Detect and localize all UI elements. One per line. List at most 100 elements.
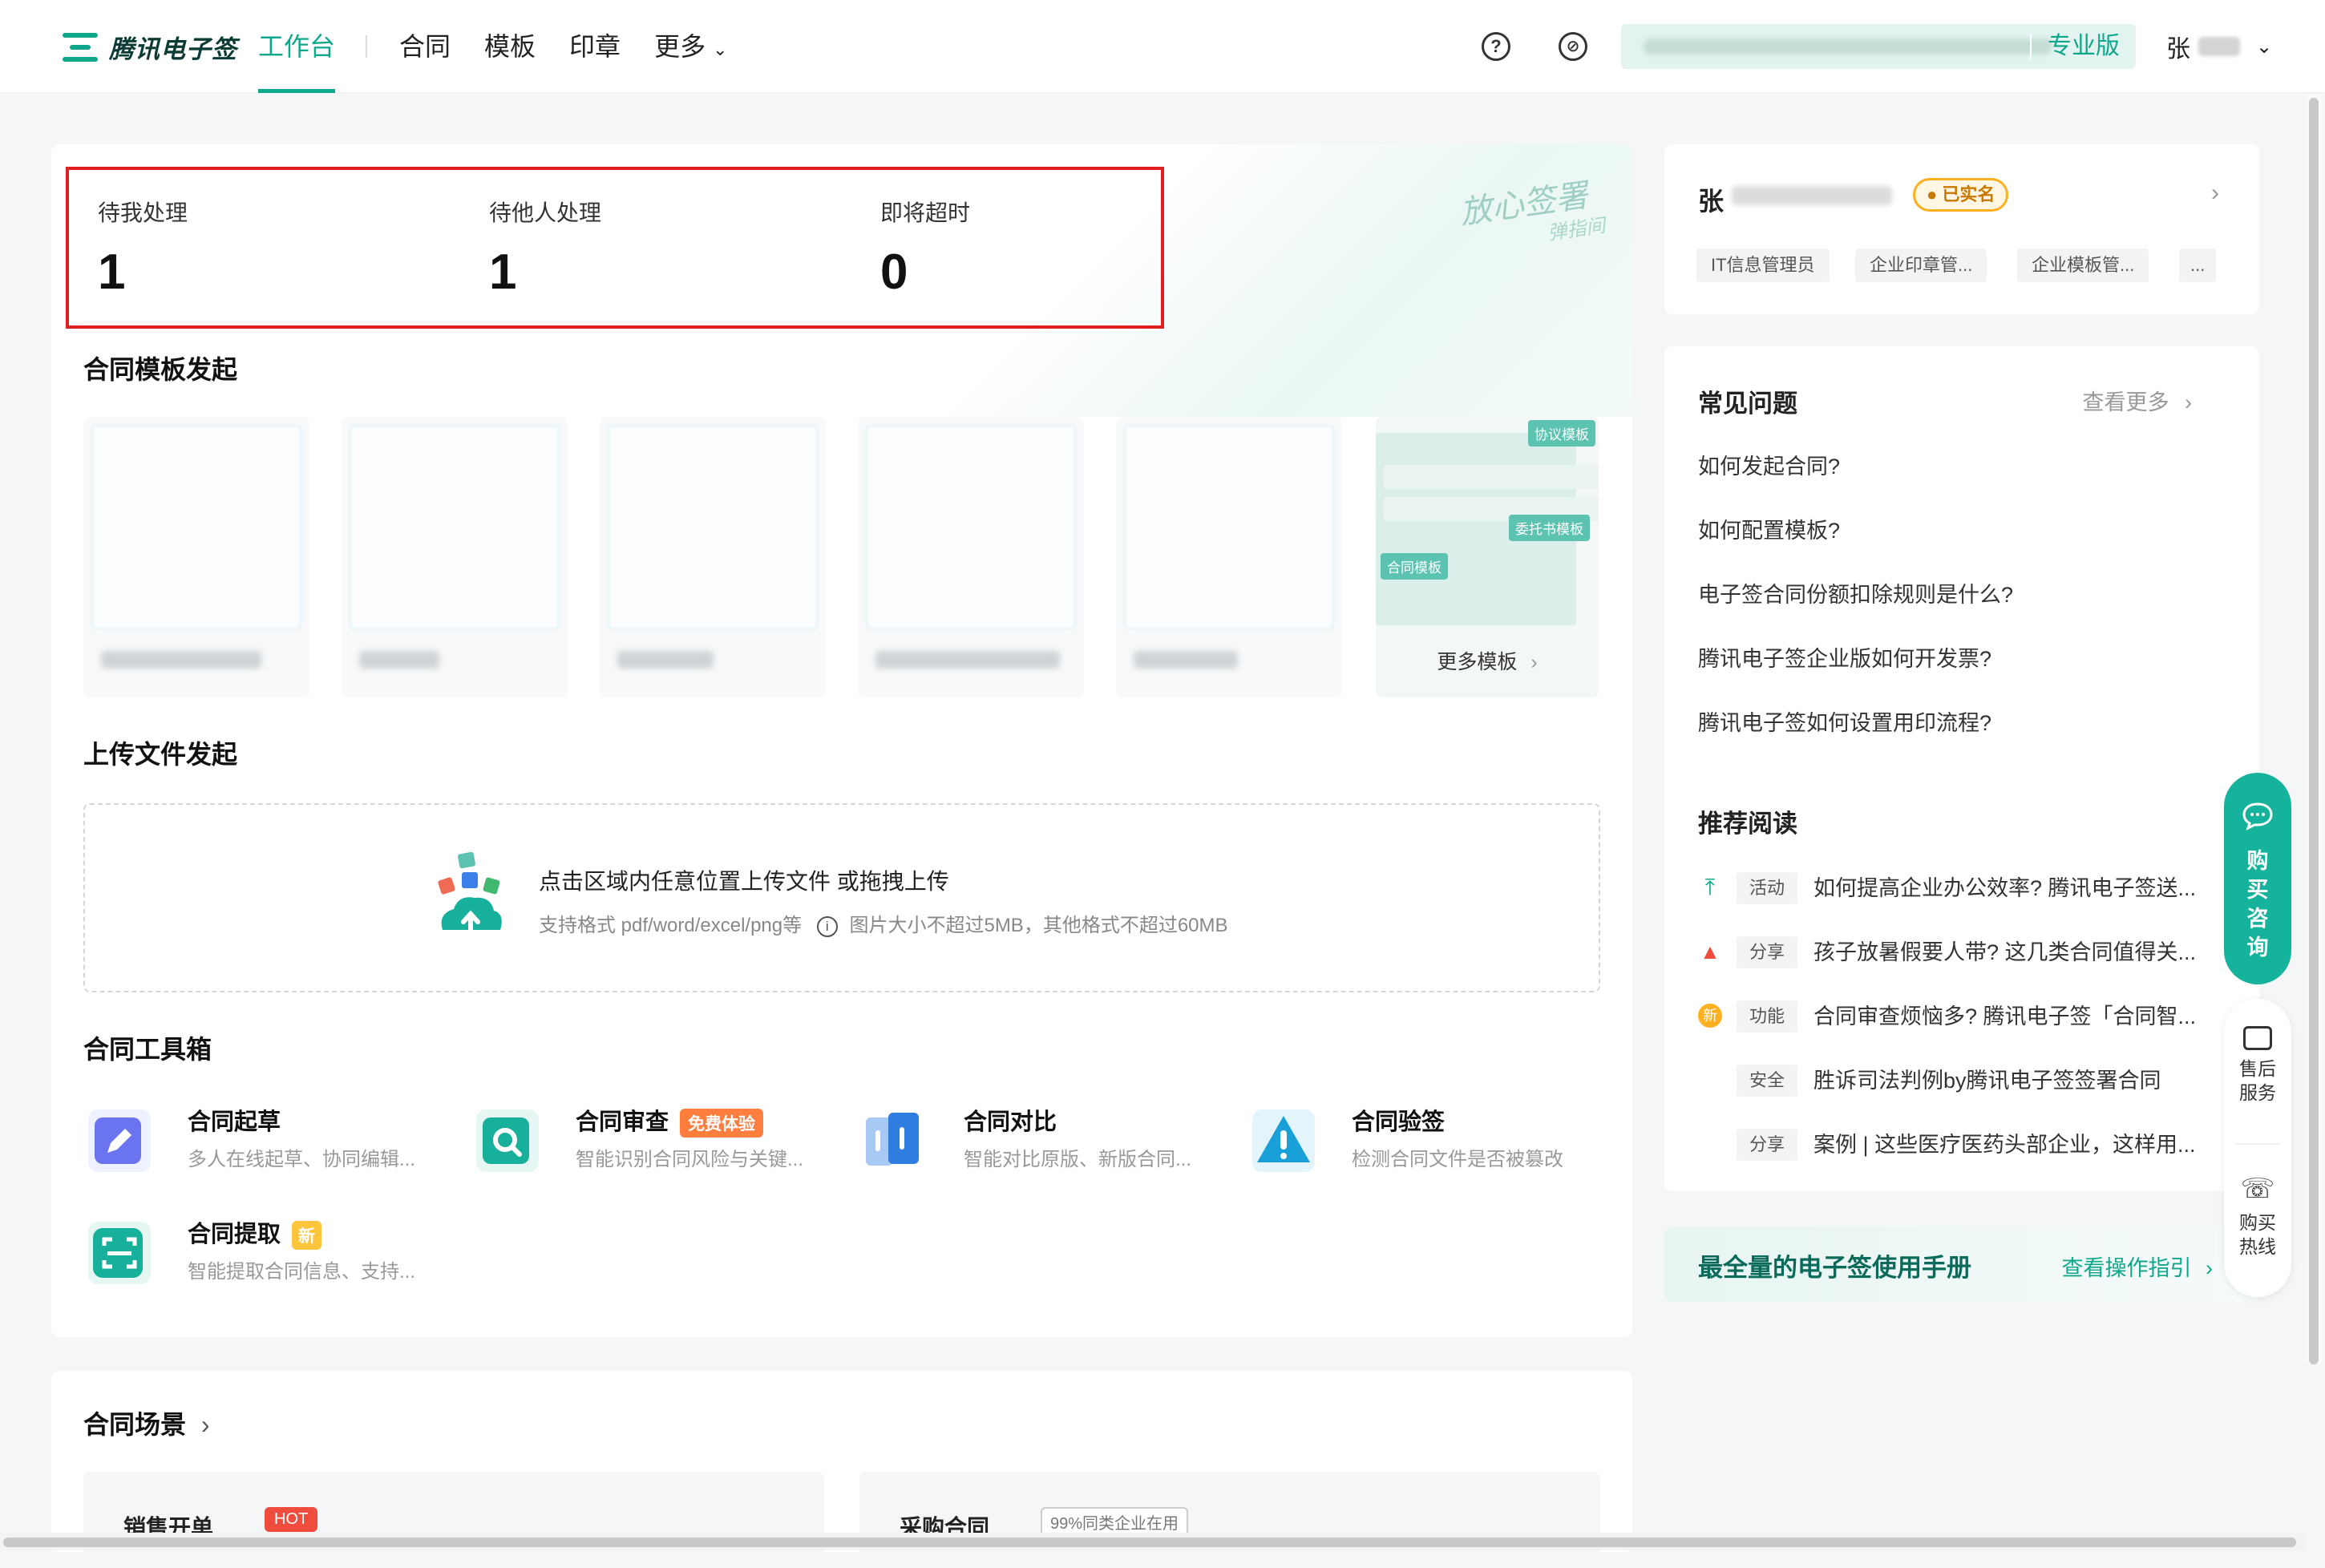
stat-value: 1	[489, 244, 517, 300]
template-name-redacted	[617, 651, 714, 669]
recommend-text: 胜诉司法判例by腾讯电子签签署合同	[1814, 1069, 2161, 1093]
stat-expiring[interactable]: 即将超时 0	[880, 196, 970, 301]
user-menu[interactable]: 张 ⌄	[2166, 29, 2272, 64]
info-icon[interactable]: i	[816, 915, 838, 937]
free-trial-badge: 免费体验	[680, 1109, 764, 1138]
role-tag: 企业印章管...	[1855, 249, 1987, 282]
chevron-right-icon: ›	[1530, 651, 1538, 673]
recommend-item[interactable]: 新 功能 合同审查烦恼多? 腾讯电子签「合同智...	[1698, 999, 2219, 1034]
tool-desc: 智能对比原版、新版合同...	[964, 1149, 1192, 1170]
scene-card-sales[interactable]: 销售开单 HOT	[83, 1472, 824, 1568]
recommend-item[interactable]: ⤒ 活动 如何提高企业办公效率? 腾讯电子签送...	[1698, 871, 2219, 906]
toolbox-section-title: 合同工具箱	[83, 1035, 212, 1064]
fire-icon: ▲	[1700, 940, 1720, 964]
chevron-right-icon: ›	[2185, 390, 2192, 414]
account-switcher[interactable]: 专业版	[1621, 24, 2136, 69]
faq-item[interactable]: 腾讯电子签如何设置用印流程?	[1698, 705, 1991, 737]
recommend-text: 如何提高企业办公效率? 腾讯电子签送...	[1814, 876, 2197, 900]
stat-pending-others[interactable]: 待他人处理 1	[489, 196, 601, 301]
brand-logo[interactable]: 腾讯电子签	[63, 29, 237, 65]
recommend-item[interactable]: ▲ 分享 孩子放暑假要人带? 这几类合同值得关...	[1698, 935, 2219, 970]
template-preview	[866, 425, 1076, 629]
faq-item[interactable]: 电子签合同份额扣除规则是什么?	[1698, 577, 2013, 608]
new-badge: 新	[292, 1221, 322, 1251]
tool-name-text: 合同审查	[576, 1109, 669, 1135]
more-templates-link: 更多模板 ›	[1376, 646, 1599, 675]
review-search-icon	[476, 1109, 539, 1172]
template-card[interactable]	[1116, 417, 1342, 697]
recommend-tag: 功能	[1737, 1000, 1798, 1033]
faq-title: 常见问题	[1698, 390, 1797, 418]
top-navigation-bar: 腾讯电子签 工作台 合同 模板 印章 更多 ⌄ ? ⊘ 专业版 张 ⌄	[0, 0, 2325, 93]
horizontal-scrollbar[interactable]	[0, 1533, 2306, 1550]
role-tag: 企业模板管...	[2017, 249, 2149, 282]
tool-name: 合同对比	[964, 1109, 1057, 1135]
message-icon	[2243, 1026, 2272, 1050]
chevron-right-icon: ›	[200, 1410, 210, 1439]
nav-more[interactable]: 更多 ⌄	[654, 0, 727, 93]
edition-badge: 专业版	[2048, 33, 2120, 59]
recommend-item[interactable]: 分享 案例 | 这些医疗医药头部企业，这样用...	[1698, 1127, 2219, 1162]
hotline-label: 购买热线	[2239, 1212, 2276, 1257]
upload-main-text: 点击区域内任意位置上传文件 或拖拽上传	[539, 869, 949, 894]
support-floating-panel: 售后服务 ☏ 购买热线	[2224, 999, 2291, 1297]
chevron-right-icon: ›	[2211, 180, 2219, 206]
upload-cloud-icon	[438, 851, 502, 936]
more-templates-card[interactable]: 协议模板 委托书模板 合同模板 更多模板 ›	[1376, 417, 1599, 697]
stat-label: 即将超时	[880, 200, 971, 225]
faq-more-link[interactable]: 查看更多 ›	[2082, 385, 2192, 416]
tool-contract-extract[interactable]: 合同提取新 智能提取合同信息、支持...	[88, 1215, 457, 1287]
tool-name: 合同审查 免费体验	[576, 1103, 764, 1138]
template-card[interactable]	[600, 417, 826, 697]
upload-dropzone[interactable]: 点击区域内任意位置上传文件 或拖拽上传 支持格式 pdf/word/excel/…	[83, 803, 1600, 992]
template-card[interactable]	[858, 417, 1084, 697]
nav-templates[interactable]: 模板	[484, 0, 536, 93]
profile-name: 张	[1698, 187, 1725, 216]
logo-icon	[63, 31, 98, 63]
manual-banner[interactable]: 最全量的电子签使用手册 查看操作指引 ›	[1664, 1227, 2259, 1302]
template-preview	[608, 425, 818, 629]
nav-more-label: 更多	[654, 32, 706, 61]
scene-card-purchase[interactable]: 采购合同 99%同类企业在用	[859, 1472, 1600, 1568]
upload-limits: 图片大小不超过5MB，其他格式不超过60MB	[849, 915, 1228, 936]
user-name-redacted	[2198, 37, 2240, 56]
nav-seals[interactable]: 印章	[569, 0, 621, 93]
template-name-redacted	[101, 651, 261, 669]
upload-formats: 支持格式 pdf/word/excel/png等	[539, 915, 803, 936]
tool-contract-compare[interactable]: 合同对比 智能对比原版、新版合同...	[864, 1103, 1233, 1175]
manual-link-label: 查看操作指引	[2061, 1256, 2192, 1280]
faq-more-label: 查看更多	[2082, 390, 2169, 414]
template-name-redacted	[875, 651, 1060, 669]
nav-contracts[interactable]: 合同	[399, 0, 451, 93]
purchase-consult-button[interactable]: 购买咨询	[2224, 773, 2291, 984]
role-tag-more[interactable]: ...	[2179, 249, 2217, 282]
person-check-icon: ●	[1927, 184, 1938, 204]
tool-contract-verify[interactable]: 合同验签 检测合同文件是否被篡改	[1252, 1103, 1621, 1175]
vertical-scrollbar[interactable]	[2306, 95, 2322, 1364]
recommend-item[interactable]: 安全 胜诉司法判例by腾讯电子签签署合同	[1698, 1063, 2219, 1098]
nav-workbench[interactable]: 工作台	[258, 0, 336, 93]
template-card[interactable]	[342, 417, 568, 697]
scenes-title[interactable]: 合同场景 ›	[83, 1404, 210, 1441]
tool-contract-review[interactable]: 合同审查 免费体验 智能识别合同风险与关键...	[476, 1103, 845, 1175]
faq-item[interactable]: 腾讯电子签企业版如何开发票?	[1698, 641, 1991, 673]
hotline-button[interactable]: ☏ 购买热线	[2224, 1175, 2291, 1259]
top-icon: ⤒	[1704, 875, 1716, 899]
link-icon[interactable]: ⊘	[1559, 32, 1587, 61]
manual-link[interactable]: 查看操作指引 ›	[2061, 1251, 2213, 1282]
tool-desc: 智能提取合同信息、支持...	[188, 1261, 416, 1283]
template-preview	[1124, 425, 1334, 629]
recommend-title: 推荐阅读	[1698, 810, 1797, 838]
template-card[interactable]	[83, 417, 309, 697]
account-divider	[2030, 34, 2032, 59]
stat-pending-me[interactable]: 待我处理 1	[98, 196, 188, 301]
template-sheet	[1384, 465, 1599, 489]
verified-badge: ● 已实名	[1913, 178, 2009, 212]
after-sales-button[interactable]: 售后服务	[2224, 1026, 2291, 1105]
template-preview	[91, 425, 301, 629]
help-icon[interactable]: ?	[1482, 32, 1510, 61]
faq-item[interactable]: 如何配置模板?	[1698, 513, 1840, 544]
profile-card[interactable]: 张 ● 已实名 › IT信息管理员 企业印章管... 企业模板管... ...	[1664, 144, 2259, 314]
faq-item[interactable]: 如何发起合同?	[1698, 449, 1840, 480]
tool-contract-draft[interactable]: 合同起草 多人在线起草、协同编辑...	[88, 1103, 457, 1175]
